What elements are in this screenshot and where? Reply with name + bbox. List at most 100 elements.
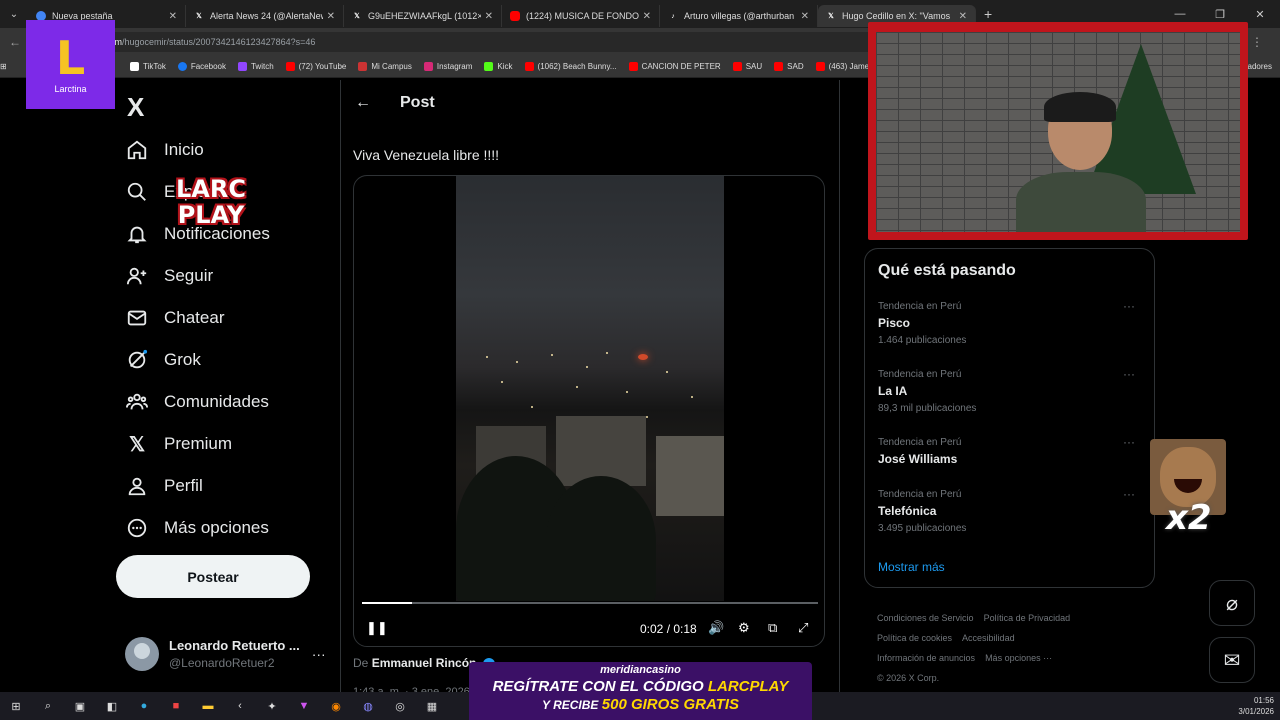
volume-icon[interactable]: 🔊 [708,620,724,636]
nav-label: Premium [164,434,233,453]
app-icon[interactable]: ▼ [292,696,316,716]
close-tab-icon[interactable]: ✕ [169,11,177,22]
attribution-author[interactable]: Emmanuel Rincón [372,656,477,670]
video-progress-fill [362,602,413,604]
more-dots-icon[interactable]: ··· [312,646,326,662]
trend-category: Tendencia en Perú [878,489,962,500]
bookmark-item[interactable]: Mi Campus [358,62,412,71]
profile-handle: @LeonardoRetuer2 [169,656,275,670]
trend-item[interactable]: Tendencia en Perú La IA 89,3 mil publica… [878,367,1143,414]
messages-float-button[interactable]: ✉ [1209,637,1255,683]
x-icon: 𝕏 [354,13,360,20]
bookmark-overflow[interactable]: adores [1248,62,1272,71]
nav-follow[interactable]: Seguir [125,264,213,288]
post-button[interactable]: Postear [116,555,310,598]
search-icon[interactable]: ⌕ [36,696,60,716]
footer-link[interactable]: Política de cookies [877,633,952,643]
settings-gear-icon[interactable]: ⚙ [738,620,750,636]
obs-icon[interactable]: ◎ [388,696,412,716]
x-premium-icon: 𝕏 [128,433,146,456]
windows-start-icon[interactable]: ⊞ [4,696,28,716]
trend-name: La IA [878,384,908,398]
bookmark-item[interactable]: Kick [484,62,513,71]
footer-link[interactable]: Condiciones de Servicio [877,613,974,623]
nav-label: Inicio [164,140,204,159]
bookmark-item[interactable]: (72) YouTube [285,62,346,71]
more-dots-icon[interactable]: ··· [1123,487,1135,501]
footer-link[interactable]: Política de Privacidad [984,613,1071,623]
account-switcher[interactable]: Leonardo Retuerto ... @LeonardoRetuer2 ·… [125,637,335,671]
mail-icon: ✉ [1223,649,1241,672]
footer-link[interactable]: Más opciones ··· [985,653,1052,663]
trends-panel: Qué está pasando Tendencia en Perú Pisco… [864,248,1155,588]
bookmark-item[interactable]: CANCION DE PETER [628,62,721,71]
nav-more[interactable]: Más opciones [125,516,269,540]
calculator-icon[interactable]: ▦ [420,696,444,716]
trend-item[interactable]: Tendencia en Perú Pisco 1.464 publicacio… [878,299,1143,346]
bookmark-item[interactable]: Facebook [177,62,226,71]
nav-home[interactable]: Inicio [125,138,204,162]
nav-profile[interactable]: Perfil [125,474,203,498]
show-more-link[interactable]: Mostrar más [878,560,945,574]
bookmark-item[interactable]: SAD [774,62,804,71]
fullscreen-icon[interactable]: ⤢ [798,620,808,636]
new-tab-icon[interactable]: + [984,6,992,22]
trend-posts: 1.464 publicaciones [878,335,967,346]
app-icon[interactable]: ‹ [228,696,252,716]
browser-tab[interactable]: 𝕏 G9uEHEZWIAAFkgL (1012×179 ✕ [344,5,502,27]
browser-tab[interactable]: 𝕏 Alerta News 24 (@AlertaNews24 ✕ [186,5,344,27]
bookmark-item[interactable]: TikTok [130,62,166,71]
url-input[interactable]: x.com/hugocemir/status/20073421461234278… [90,32,910,52]
close-tab-icon[interactable]: ✕ [643,11,651,22]
more-dots-icon[interactable]: ··· [1123,367,1135,381]
bookmark-item[interactable]: Twitch [237,62,274,71]
folder-icon[interactable]: ▬ [196,696,220,716]
app-icon[interactable]: ◧ [100,696,124,716]
bookmark-label: Facebook [190,62,226,71]
browser-tab[interactable]: ♪ Arturo villegas (@arthurban ✕ [660,5,818,27]
tiktok-icon: ♪ [671,12,675,20]
meme-multiplier: x2 [1166,498,1212,538]
close-tab-icon[interactable]: ✕ [959,11,967,22]
app-icon[interactable]: ■ [164,696,188,716]
store-icon[interactable]: ▣ [68,696,92,716]
more-dots-icon[interactable]: ··· [1123,299,1135,313]
discord-icon[interactable]: ◍ [356,696,380,716]
footer-link[interactable]: Información de anuncios [877,653,975,663]
close-tab-icon[interactable]: ✕ [327,11,335,22]
nav-chat[interactable]: Chatear [125,306,224,330]
x-icon: 𝕏 [828,13,834,20]
trend-item[interactable]: Tendencia en Perú José Williams ··· [878,435,1143,466]
page-title: Post [400,94,435,111]
trend-item[interactable]: Tendencia en Perú Telefónica 3.495 publi… [878,487,1143,534]
footer-link[interactable]: Accesibilidad [962,633,1015,643]
bookmark-item[interactable]: (1062) Beach Bunny... [524,62,617,71]
tab-search-icon[interactable]: ⌄ [0,0,28,28]
nav-communities[interactable]: Comunidades [125,390,269,414]
ad-line2: Y RECIBE 500 GIROS GRATIS [469,696,812,713]
pip-icon[interactable]: ⧉ [768,620,777,636]
grok-float-button[interactable]: ⌀ [1209,580,1255,626]
nav-premium[interactable]: 𝕏 Premium [125,432,232,456]
bookmark-item[interactable]: SAU [732,62,762,71]
back-arrow-icon[interactable]: ← [355,94,371,112]
brand-line1: LARC [176,175,246,203]
grok-icon [125,348,149,372]
close-tab-icon[interactable]: ✕ [485,11,493,22]
system-clock[interactable]: 01:56 3/01/2026 [1238,695,1274,717]
video-time: 0:02 / 0:18 [640,622,697,636]
edge-icon[interactable]: ● [132,696,156,716]
video-progress-bar[interactable] [362,602,818,604]
pause-icon[interactable]: ❚❚ [366,620,388,636]
nav-grok[interactable]: Grok [125,348,201,372]
x-logo-icon[interactable]: X [127,92,144,123]
ad-offer: 500 GIROS GRATIS [601,696,740,713]
app-icon[interactable]: ✦ [260,696,284,716]
more-dots-icon[interactable]: ··· [1123,435,1135,449]
close-tab-icon[interactable]: ✕ [801,11,809,22]
bookmark-item[interactable]: Instagram [423,62,472,71]
chrome-icon[interactable]: ◉ [324,696,348,716]
video-player[interactable]: ❚❚ 0:02 / 0:18 🔊 ⚙ ⧉ ⤢ [353,175,825,647]
tab-label: (1224) MUSICA DE FONDO PAR [526,11,639,21]
browser-tab[interactable]: (1224) MUSICA DE FONDO PAR ✕ [502,5,660,27]
